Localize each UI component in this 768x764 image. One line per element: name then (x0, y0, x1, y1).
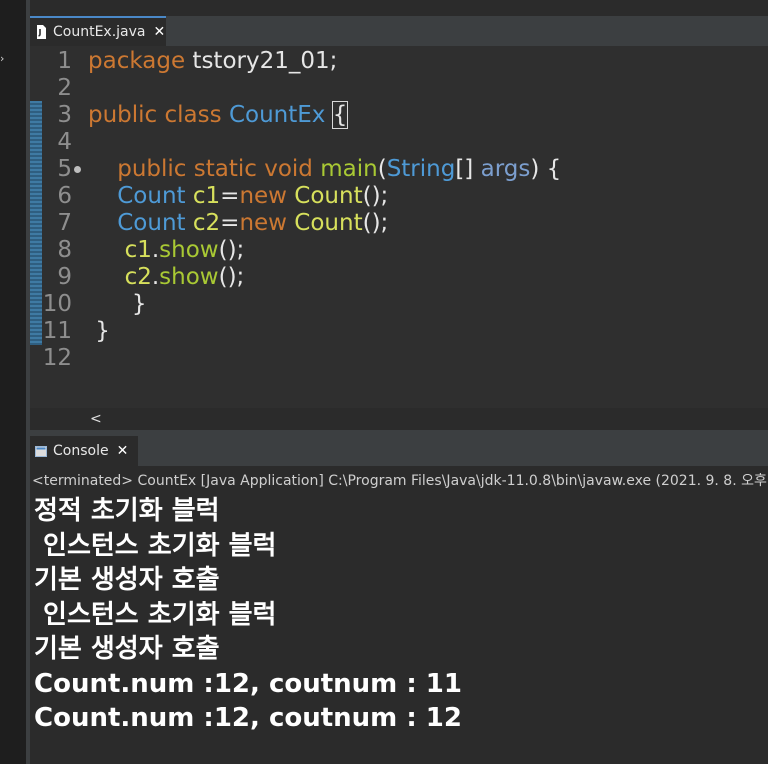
console-status-line: <terminated> CountEx [Java Application] … (32, 473, 767, 489)
tab-title: CountEx.java (53, 24, 146, 40)
line-number: 9 (57, 264, 72, 290)
code-token: ( (377, 156, 387, 182)
code-token: public (117, 156, 187, 182)
line-number: 2 (57, 75, 72, 101)
console-tab-bar: Console ✕ (30, 436, 768, 466)
console-tab-title: Console (53, 443, 109, 459)
line-number: 7 (57, 210, 72, 236)
code-token: void (264, 156, 313, 182)
code-text-area[interactable]: package tstory21_01;public class CountEx… (86, 46, 768, 408)
code-token: [] (455, 156, 481, 182)
code-token: main (320, 156, 378, 182)
line-number: 10 (42, 291, 72, 317)
console-output-line: Count.num :12, coutnum : 12 (34, 703, 462, 733)
line-number: 6 (57, 183, 72, 209)
code-line[interactable]: Count c1=new Count(); (88, 183, 388, 210)
code-editor[interactable]: 1 2 3 4 5 6 7 8 9 10 11 12 package tstory21_01; publ… (30, 46, 768, 408)
line-number: 1 (57, 48, 72, 74)
code-token: ) { (530, 156, 562, 182)
code-token: } (88, 291, 147, 317)
console-output-line: 정적 초기화 블럭 (34, 496, 220, 526)
tab-countex-java[interactable]: CountEx.java ✕ (30, 16, 166, 46)
scrollbar-corner (30, 408, 86, 430)
code-token: = (220, 210, 240, 236)
console-output-line: 기본 생성자 호출 (34, 634, 220, 664)
line-number: 12 (42, 345, 72, 371)
editor-tab-bar: CountEx.java ✕ (30, 16, 768, 46)
code-token: (); (218, 264, 245, 290)
line-number: 8 (57, 237, 72, 263)
code-token: public (88, 102, 158, 128)
tab-console[interactable]: Console ✕ (30, 436, 138, 466)
code-token: new (239, 183, 287, 209)
horizontal-scrollbar[interactable]: < (86, 408, 768, 430)
line-number: 5 (57, 156, 72, 182)
code-line[interactable]: public static void main(String[] args) { (88, 156, 561, 183)
console-view[interactable]: <terminated> CountEx [Java Application] … (30, 466, 768, 764)
console-output-line: 인스턴스 초기화 블럭 (34, 530, 277, 561)
panel-edge-mark: › (0, 52, 5, 65)
console-output-line: 기본 생성자 호출 (34, 565, 220, 595)
code-token: Count (294, 210, 363, 236)
code-line[interactable]: public class CountEx { (88, 101, 349, 129)
code-line[interactable]: package tstory21_01; (88, 48, 337, 75)
code-token: package (88, 48, 186, 74)
code-token: Count (117, 183, 186, 209)
code-token: c1 (124, 237, 152, 263)
code-token: c2 (192, 210, 221, 236)
code-line[interactable]: } (88, 291, 147, 318)
code-token: Count (117, 210, 186, 236)
code-token: (); (218, 237, 245, 263)
code-token: args (480, 156, 531, 182)
code-token: (); (362, 210, 389, 236)
code-token: String (386, 156, 456, 182)
code-token: c1 (192, 183, 221, 209)
code-token: CountEx (228, 102, 326, 128)
line-number: 4 (57, 129, 72, 155)
code-token: = (220, 183, 240, 209)
code-token: tstory21_01; (185, 48, 338, 74)
console-icon (35, 445, 47, 457)
code-token: static (193, 156, 257, 182)
fold-marker-icon[interactable] (74, 166, 81, 173)
code-line[interactable]: } (88, 318, 110, 345)
close-console-icon[interactable]: ✕ (117, 443, 129, 459)
console-output-line: 인스턴스 초기화 블럭 (34, 599, 277, 630)
code-line[interactable]: Count c2=new Count(); (88, 210, 388, 237)
code-token: show (159, 237, 219, 263)
line-number: 3 (57, 102, 72, 128)
code-token: { (331, 101, 349, 129)
java-file-icon (36, 25, 47, 39)
code-token: new (239, 210, 287, 236)
scroll-left-icon[interactable]: < (90, 411, 102, 427)
console-output-line: Count.num :12, coutnum : 11 (34, 668, 462, 699)
code-token: (); (362, 183, 389, 209)
close-tab-icon[interactable]: ✕ (154, 24, 166, 40)
code-token: class (164, 102, 222, 128)
line-number: 11 (42, 318, 72, 344)
code-line[interactable]: c2.show(); (88, 264, 245, 291)
code-line[interactable]: c1.show(); (88, 237, 245, 264)
line-number-ruler: 1 2 3 4 5 6 7 8 9 10 11 12 (30, 46, 86, 408)
code-token: Count (294, 183, 363, 209)
code-token: show (159, 264, 219, 290)
code-token: c2 (124, 264, 152, 290)
code-token: } (88, 318, 110, 344)
